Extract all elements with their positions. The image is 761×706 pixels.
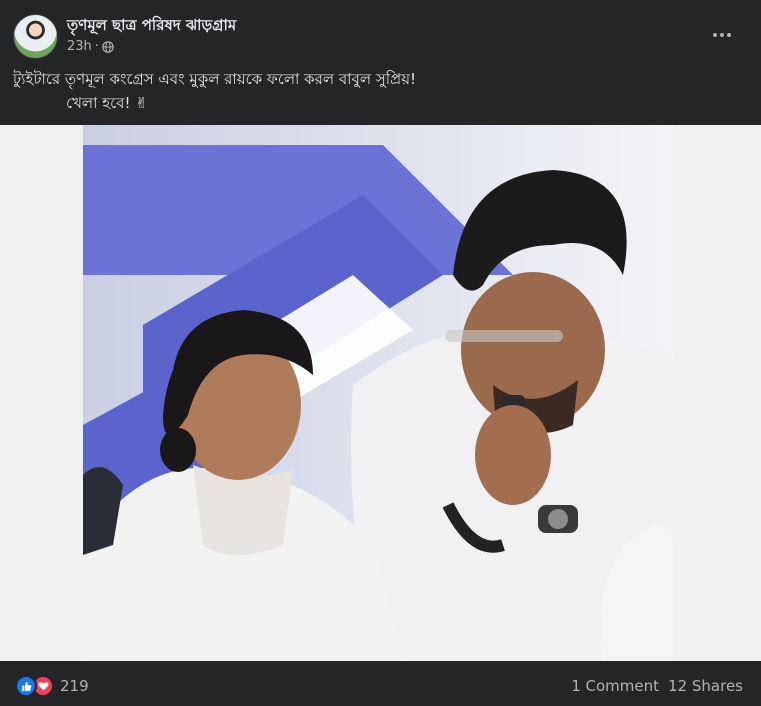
post-header: তৃণমূল ছাত্র পরিষদ ঝাড়গ্রাম 23h · ট্যুই…: [0, 0, 761, 125]
photo-illustration: [83, 125, 673, 661]
shares-count-link[interactable]: 12 Shares: [668, 677, 743, 695]
post-media-area: [0, 125, 761, 661]
more-dot-icon: [720, 33, 724, 37]
globe-icon: [102, 40, 114, 53]
post-photo[interactable]: [83, 125, 673, 661]
more-dot-icon: [727, 33, 731, 37]
more-options-button[interactable]: [705, 20, 739, 50]
page-avatar[interactable]: [13, 14, 58, 59]
post-timestamp[interactable]: 23h: [67, 39, 92, 54]
like-reaction-icon: [15, 675, 37, 697]
meta-separator: ·: [94, 39, 99, 54]
reaction-count: 219: [60, 677, 89, 695]
thumbs-up-icon: [21, 681, 31, 691]
page-name[interactable]: তৃণমূল ছাত্র পরিষদ ঝাড়গ্রাম: [67, 14, 236, 39]
heart-icon: [37, 682, 49, 691]
engagement-counts: 1 Comment 12 Shares: [571, 677, 743, 695]
reactions-summary[interactable]: 219: [15, 675, 89, 697]
post-text-line-1: ট্যুইটারে তৃণমূল কংগ্রেস এবং মুকুল রায়ক…: [13, 70, 417, 88]
post-text-line-2: খেলা হবে! ✌: [66, 94, 148, 112]
post-text: ট্যুইটারে তৃণমূল কংগ্রেস এবং মুকুল রায়ক…: [13, 67, 416, 115]
post-footer: 219 1 Comment 12 Shares: [0, 661, 761, 706]
comments-count-link[interactable]: 1 Comment: [571, 677, 659, 695]
post-meta: 23h ·: [67, 39, 114, 54]
more-dot-icon: [713, 33, 717, 37]
